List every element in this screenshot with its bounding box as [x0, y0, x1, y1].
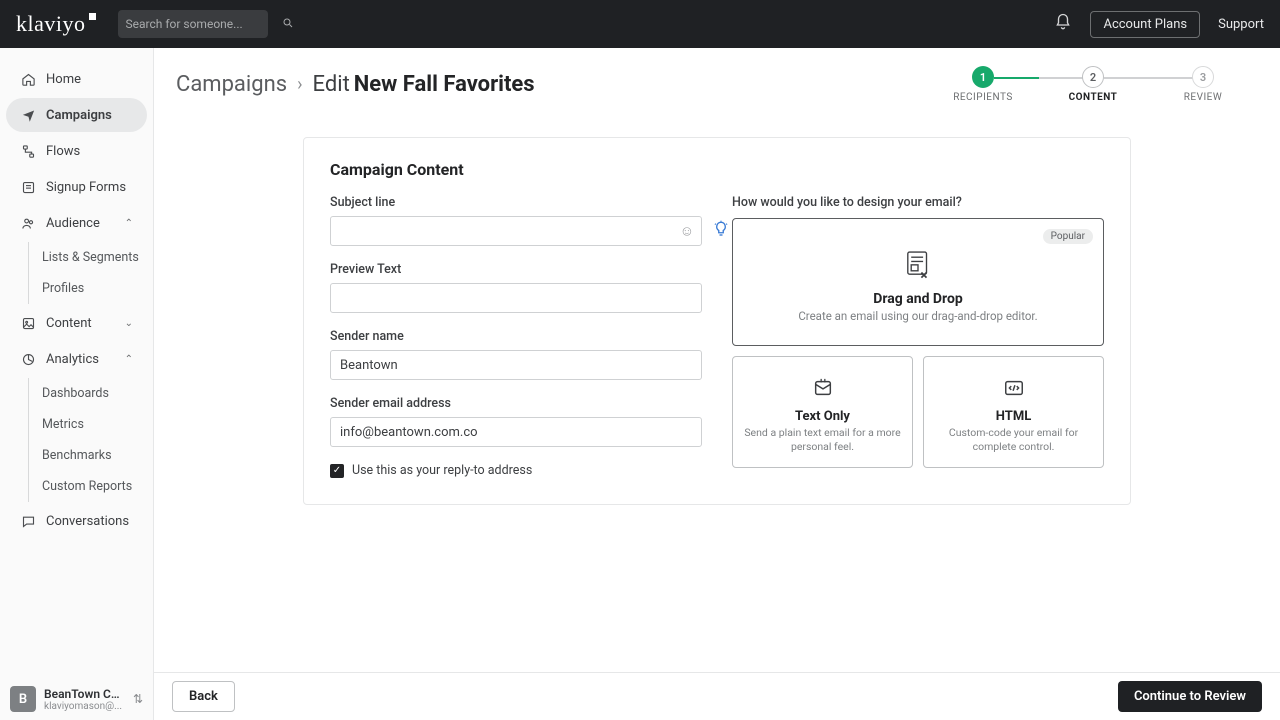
notifications-icon[interactable]: [1054, 13, 1072, 35]
chat-icon: [20, 513, 36, 529]
nav-label: Flows: [46, 144, 80, 159]
text-only-icon: [743, 377, 902, 399]
campaign-content-card: Campaign Content Subject line ☺ Preview …: [303, 137, 1131, 505]
sender-name-label: Sender name: [330, 329, 702, 344]
audience-icon: [20, 215, 36, 231]
step-content[interactable]: 2 CONTENT: [1038, 66, 1148, 103]
replyto-label: Use this as your reply-to address: [352, 463, 532, 478]
html-icon: [934, 377, 1093, 399]
design-question: How would you like to design your email?: [732, 195, 1104, 210]
sidebar-item-content[interactable]: Content ⌄: [6, 306, 147, 340]
nav-label: Home: [46, 72, 81, 87]
chevron-right-icon: ›: [297, 74, 302, 95]
replyto-checkbox[interactable]: ✓: [330, 464, 344, 478]
step-recipients[interactable]: 1 RECIPIENTS: [928, 66, 1038, 103]
nav-label: Conversations: [46, 514, 129, 529]
chevron-down-icon: ⌄: [125, 318, 133, 329]
emoji-icon[interactable]: ☺: [680, 223, 694, 240]
option-sub: Custom-code your email for complete cont…: [934, 426, 1093, 453]
sidebar-item-signup-forms[interactable]: Signup Forms: [6, 170, 147, 204]
suggest-subject-icon[interactable]: [712, 220, 730, 242]
nav-label: Content: [46, 316, 92, 331]
search-input[interactable]: [126, 17, 282, 31]
sidebar-sub-custom-reports[interactable]: Custom Reports: [0, 471, 153, 502]
page-title: New Fall Favorites: [354, 72, 535, 97]
search-icon: [282, 17, 294, 32]
logo[interactable]: klaviyo: [16, 11, 96, 37]
option-title: Drag and Drop: [749, 291, 1087, 307]
step-number: 1: [972, 66, 994, 88]
sender-email-input[interactable]: [330, 417, 702, 447]
nav-label: Campaigns: [46, 108, 112, 123]
nav-label: Analytics: [46, 352, 99, 367]
sidebar: Home Campaigns Flows Signup Forms Audien…: [0, 48, 154, 720]
option-html[interactable]: HTML Custom-code your email for complete…: [923, 356, 1104, 468]
forms-icon: [20, 179, 36, 195]
sidebar-sub-profiles[interactable]: Profiles: [0, 273, 153, 304]
sidebar-item-flows[interactable]: Flows: [6, 134, 147, 168]
option-sub: Send a plain text email for a more perso…: [743, 426, 902, 453]
step-number: 3: [1192, 66, 1214, 88]
top-bar: klaviyo Account Plans Support: [0, 0, 1280, 48]
nav-label: Signup Forms: [46, 180, 126, 195]
sidebar-item-analytics[interactable]: Analytics ⌃: [6, 342, 147, 376]
subject-input[interactable]: [330, 216, 702, 246]
chevron-up-icon: ⌃: [125, 218, 133, 229]
step-review[interactable]: 3 REVIEW: [1148, 66, 1258, 103]
popular-badge: Popular: [1043, 229, 1093, 244]
sidebar-item-home[interactable]: Home: [6, 62, 147, 96]
sidebar-sub-metrics[interactable]: Metrics: [0, 409, 153, 440]
back-button[interactable]: Back: [172, 681, 235, 712]
step-label: RECIPIENTS: [953, 92, 1013, 103]
account-plans-button[interactable]: Account Plans: [1090, 11, 1200, 38]
sidebar-sub-lists[interactable]: Lists & Segments: [0, 242, 153, 273]
option-sub: Create an email using our drag-and-drop …: [749, 309, 1087, 323]
subject-label: Subject line: [330, 195, 702, 210]
avatar: B: [10, 686, 36, 712]
wizard-stepper: 1 RECIPIENTS 2 CONTENT 3 REVIEW: [928, 66, 1258, 103]
sidebar-item-conversations[interactable]: Conversations: [6, 504, 147, 538]
preview-input[interactable]: [330, 283, 702, 313]
flows-icon: [20, 143, 36, 159]
sidebar-item-campaigns[interactable]: Campaigns: [6, 98, 147, 132]
account-switcher[interactable]: B BeanTown Co... klaviyomason@... ⇅: [10, 686, 143, 712]
send-icon: [20, 107, 36, 123]
wizard-footer: Back Continue to Review: [154, 672, 1280, 720]
breadcrumb-campaigns[interactable]: Campaigns: [176, 72, 287, 97]
preview-label: Preview Text: [330, 262, 702, 277]
breadcrumb-action: Edit: [313, 72, 350, 97]
sender-email-label: Sender email address: [330, 396, 702, 411]
option-drag-drop[interactable]: Popular Drag and Drop Create an email us…: [732, 218, 1104, 346]
step-label: REVIEW: [1184, 92, 1223, 103]
option-title: Text Only: [743, 409, 902, 424]
main-content: Campaigns › Edit New Fall Favorites 1 RE…: [154, 48, 1280, 672]
home-icon: [20, 71, 36, 87]
step-label: CONTENT: [1069, 92, 1118, 103]
account-email: klaviyomason@...: [44, 701, 125, 712]
breadcrumb: Campaigns › Edit New Fall Favorites 1 RE…: [154, 48, 1280, 107]
sidebar-item-audience[interactable]: Audience ⌃: [6, 206, 147, 240]
card-title: Campaign Content: [330, 160, 1104, 179]
drag-drop-icon: [749, 247, 1087, 281]
sender-name-input[interactable]: [330, 350, 702, 380]
nav-label: Audience: [46, 216, 100, 231]
continue-button[interactable]: Continue to Review: [1118, 681, 1262, 712]
option-text-only[interactable]: Text Only Send a plain text email for a …: [732, 356, 913, 468]
account-name: BeanTown Co...: [44, 687, 125, 701]
sidebar-sub-benchmarks[interactable]: Benchmarks: [0, 440, 153, 471]
chevron-updown-icon: ⇅: [133, 692, 143, 706]
support-link[interactable]: Support: [1218, 17, 1264, 32]
global-search[interactable]: [118, 10, 268, 38]
sidebar-sub-dashboards[interactable]: Dashboards: [0, 378, 153, 409]
chevron-up-icon: ⌃: [125, 354, 133, 365]
step-number: 2: [1082, 66, 1104, 88]
analytics-icon: [20, 351, 36, 367]
option-title: HTML: [934, 409, 1093, 424]
content-icon: [20, 315, 36, 331]
